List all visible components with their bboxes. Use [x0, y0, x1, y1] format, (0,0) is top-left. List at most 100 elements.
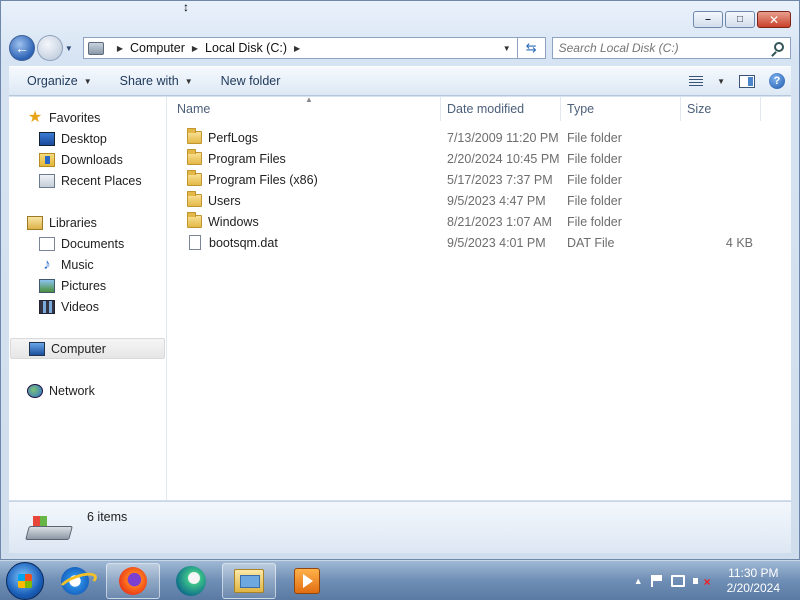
back-button[interactable]: ← — [9, 35, 35, 61]
nav-videos-label: Videos — [61, 299, 99, 314]
nav-recent-places[interactable]: Recent Places — [9, 170, 166, 191]
file-name-cell: Program Files (x86) — [167, 170, 441, 187]
organize-button[interactable]: Organize ▼ — [9, 74, 102, 88]
volume-muted-icon[interactable] — [692, 575, 711, 588]
file-name: bootsqm.dat — [209, 235, 278, 250]
search-input[interactable] — [552, 38, 763, 58]
taskbar-media-player[interactable] — [280, 563, 334, 599]
column-header-size[interactable]: Size — [681, 97, 761, 121]
date-modified-cell: 7/13/2009 11:20 PM — [447, 130, 559, 145]
organize-label: Organize — [27, 74, 78, 88]
nav-pictures[interactable]: Pictures — [9, 275, 166, 296]
close-button[interactable]: ✕ — [757, 11, 791, 28]
taskbar: ▲ 11:30 PM 2/20/2024 — [0, 560, 800, 600]
breadcrumb-computer[interactable]: Computer — [130, 41, 185, 55]
nav-computer-label: Computer — [51, 341, 106, 356]
explorer-window: – □ ✕ ← ▼ ▶ Computer ▶ Local Disk (C:) ▶… — [0, 0, 800, 560]
chevron-right-icon[interactable]: ▶ — [192, 44, 198, 53]
media-player-icon — [294, 567, 320, 594]
column-header-type[interactable]: Type — [561, 97, 681, 121]
table-row[interactable]: Windows 8/21/2023 1:07 AM File folder — [167, 211, 791, 232]
forward-button[interactable] — [36, 35, 63, 61]
nav-computer[interactable]: Computer — [10, 338, 165, 359]
table-row[interactable]: PerfLogs 7/13/2009 11:20 PM File folder — [167, 127, 791, 148]
share-with-button[interactable]: Share with ▼ — [102, 74, 203, 88]
nav-libraries-label: Libraries — [49, 215, 97, 230]
system-tray: ▲ 11:30 PM 2/20/2024 — [634, 566, 800, 596]
taskbar-edge[interactable] — [164, 563, 218, 599]
taskbar-internet-explorer[interactable] — [48, 563, 102, 599]
size-cell: 4 KB — [725, 235, 753, 250]
start-button[interactable] — [6, 561, 44, 600]
computer-icon — [29, 341, 45, 356]
chevron-down-icon: ▼ — [83, 76, 92, 86]
music-icon: ♪ — [43, 255, 51, 273]
table-row[interactable]: Users 9/5/2023 4:47 PM File folder — [167, 190, 791, 211]
nav-libraries[interactable]: Libraries — [9, 212, 166, 233]
nav-documents[interactable]: Documents — [9, 233, 166, 254]
file-name: Users — [208, 193, 241, 208]
file-name: PerfLogs — [208, 130, 259, 145]
preview-pane-icon[interactable] — [739, 74, 755, 88]
date-modified-cell: 9/5/2023 4:01 PM — [447, 235, 546, 250]
network-icon — [27, 383, 43, 398]
column-header-date-modified[interactable]: Date modified — [441, 97, 561, 121]
network-status-icon[interactable] — [670, 574, 685, 587]
nav-desktop[interactable]: Desktop — [9, 128, 166, 149]
back-arrow-icon: ← — [14, 40, 29, 56]
maximize-button[interactable]: □ — [725, 11, 755, 28]
column-header-name[interactable]: Name — [167, 97, 441, 121]
table-row[interactable]: Program Files (x86) 5/17/2023 7:37 PM Fi… — [167, 169, 791, 190]
recent-places-icon — [39, 173, 55, 188]
nav-music-label: Music — [61, 257, 94, 272]
libraries-icon — [27, 215, 43, 230]
hard-drive-icon — [25, 516, 73, 542]
clock-time: 11:30 PM — [728, 565, 779, 580]
file-name-cell: bootsqm.dat — [167, 235, 441, 250]
nav-downloads[interactable]: Downloads — [9, 149, 166, 170]
action-center-flag-icon[interactable] — [650, 574, 663, 587]
desktop-icon — [39, 131, 55, 146]
refresh-button[interactable]: ⇆ — [517, 37, 546, 59]
table-row[interactable]: Program Files 2/20/2024 10:45 PM File fo… — [167, 148, 791, 169]
sort-ascending-icon: ▲ — [305, 95, 313, 104]
address-dropdown-icon[interactable]: ▼ — [503, 44, 511, 53]
folder-icon — [187, 191, 202, 207]
new-folder-button[interactable]: New folder — [203, 74, 291, 88]
downloads-folder-icon — [39, 152, 55, 167]
date-modified-cell: 2/20/2024 10:45 PM — [447, 151, 560, 166]
search-icon[interactable] — [774, 42, 784, 52]
minimize-button[interactable]: – — [693, 11, 723, 28]
close-icon: ✕ — [768, 12, 780, 27]
star-icon: ★ — [27, 108, 43, 126]
content-area: ★ Favorites Desktop Downloads Recent Plac… — [9, 95, 791, 500]
breadcrumb-local-disk[interactable]: Local Disk (C:) — [205, 41, 287, 55]
clock[interactable]: 11:30 PM 2/20/2024 — [727, 566, 780, 596]
file-name: Program Files — [208, 151, 286, 166]
folder-icon — [187, 128, 202, 144]
recent-pages-dropdown[interactable]: ▼ — [65, 44, 77, 53]
table-row[interactable]: bootsqm.dat 9/5/2023 4:01 PM DAT File 4 … — [167, 232, 791, 253]
view-options-dropdown-icon[interactable]: ▼ — [717, 77, 725, 86]
clock-date: 2/20/2024 — [726, 580, 780, 595]
maximize-icon: □ — [736, 13, 744, 25]
chevron-right-icon[interactable]: ▶ — [117, 44, 123, 53]
nav-videos[interactable]: Videos — [9, 296, 166, 317]
nav-music[interactable]: ♪ Music — [9, 254, 166, 275]
folder-icon — [187, 170, 202, 186]
taskbar-windows-explorer[interactable] — [222, 562, 276, 599]
type-cell: File folder — [567, 193, 622, 208]
chevron-right-icon[interactable]: ▶ — [294, 44, 300, 53]
change-view-icon[interactable] — [689, 75, 704, 87]
date-modified-cell: 8/21/2023 1:07 AM — [447, 214, 552, 229]
file-name: Windows — [208, 214, 259, 229]
navigation-pane: ★ Favorites Desktop Downloads Recent Plac… — [9, 97, 167, 500]
taskbar-firefox[interactable] — [106, 562, 160, 599]
help-icon[interactable]: ? — [769, 73, 785, 89]
navigation-bar: ← ▼ ▶ Computer ▶ Local Disk (C:) ▶ ▼ ⇆ — [9, 33, 791, 63]
address-bar[interactable]: ▶ Computer ▶ Local Disk (C:) ▶ ▼ — [82, 37, 518, 59]
nav-network[interactable]: Network — [9, 380, 166, 401]
show-hidden-icons-icon[interactable]: ▲ — [634, 576, 643, 586]
details-pane: 6 items — [9, 501, 791, 553]
nav-favorites[interactable]: ★ Favorites — [9, 107, 166, 128]
